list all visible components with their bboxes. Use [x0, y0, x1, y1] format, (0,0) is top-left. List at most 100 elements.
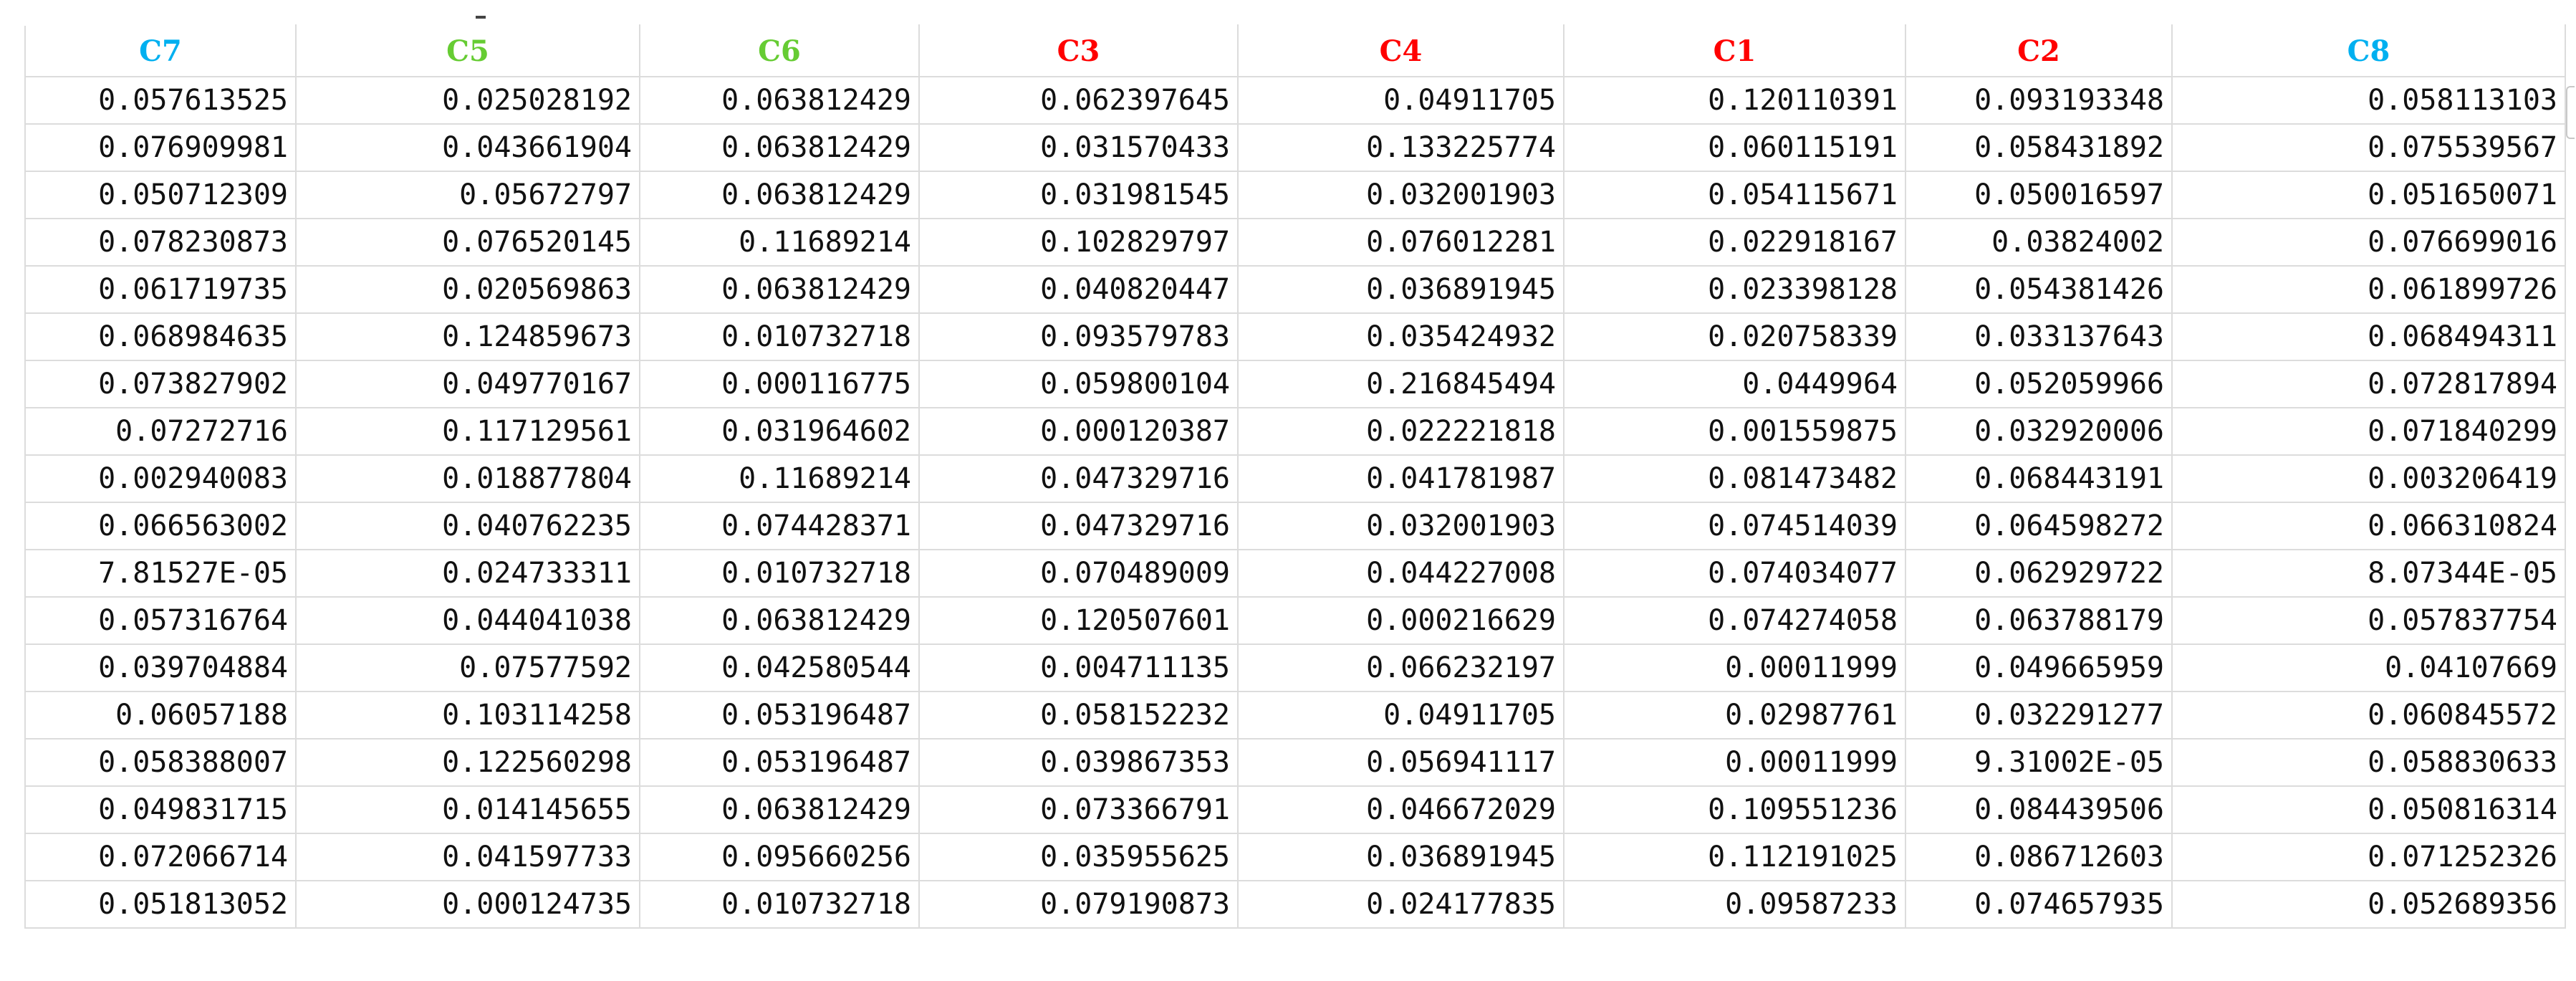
table-cell[interactable]: 0.051650071: [2171, 171, 2566, 219]
table-cell[interactable]: 0.039867353: [918, 738, 1239, 787]
table-cell[interactable]: 0.052689356: [2171, 880, 2566, 929]
table-cell[interactable]: 0.040762235: [295, 502, 640, 550]
table-cell[interactable]: 0.103114258: [295, 691, 640, 740]
table-cell[interactable]: 0.04107669: [2171, 643, 2566, 692]
table-cell[interactable]: 0.062929722: [1905, 549, 2173, 598]
table-cell[interactable]: 0.044227008: [1237, 549, 1565, 598]
table-cell[interactable]: 0.058431892: [1905, 123, 2173, 172]
table-cell[interactable]: 0.084439506: [1905, 785, 2173, 834]
table-cell[interactable]: 0.11689214: [639, 454, 920, 503]
table-cell[interactable]: 0.00011999: [1563, 643, 1906, 692]
table-cell[interactable]: 0.071840299: [2171, 407, 2566, 456]
table-cell[interactable]: 0.018877804: [295, 454, 640, 503]
table-cell[interactable]: 0.081473482: [1563, 454, 1906, 503]
table-cell[interactable]: 0.058152232: [918, 691, 1239, 740]
table-cell[interactable]: 0.054381426: [1905, 265, 2173, 314]
table-cell[interactable]: 0.04911705: [1237, 76, 1565, 125]
table-cell[interactable]: 0.050712309: [24, 171, 297, 219]
table-cell[interactable]: 0.003206419: [2171, 454, 2566, 503]
table-cell[interactable]: 0.036891945: [1237, 833, 1565, 881]
table-cell[interactable]: 0.022221818: [1237, 407, 1565, 456]
table-cell[interactable]: 0.068984635: [24, 312, 297, 361]
table-cell[interactable]: 0.04911705: [1237, 691, 1565, 740]
table-cell[interactable]: 0.07577592: [295, 643, 640, 692]
table-cell[interactable]: 0.216845494: [1237, 360, 1565, 408]
table-cell[interactable]: 0.010732718: [639, 312, 920, 361]
table-cell[interactable]: 0.051813052: [24, 880, 297, 929]
table-cell[interactable]: 0.074034077: [1563, 549, 1906, 598]
table-cell[interactable]: 0.09587233: [1563, 880, 1906, 929]
table-cell[interactable]: 0.000124735: [295, 880, 640, 929]
table-cell[interactable]: 0.023398128: [1563, 265, 1906, 314]
table-cell[interactable]: 0.044041038: [295, 596, 640, 645]
table-cell[interactable]: 0.035424932: [1237, 312, 1565, 361]
table-cell[interactable]: 0.004711135: [918, 643, 1239, 692]
table-cell[interactable]: 0.063812429: [639, 76, 920, 125]
table-cell[interactable]: 0.050016597: [1905, 171, 2173, 219]
table-cell[interactable]: 0.024177835: [1237, 880, 1565, 929]
table-cell[interactable]: 0.049770167: [295, 360, 640, 408]
table-cell[interactable]: 0.075539567: [2171, 123, 2566, 172]
table-cell[interactable]: 0.057837754: [2171, 596, 2566, 645]
table-cell[interactable]: 0.020569863: [295, 265, 640, 314]
table-cell[interactable]: 0.076699016: [2171, 218, 2566, 267]
table-cell[interactable]: 0.022918167: [1563, 218, 1906, 267]
table-cell[interactable]: 0.063812429: [639, 785, 920, 834]
table-cell[interactable]: 0.072066714: [24, 833, 297, 881]
table-cell[interactable]: 0.039704884: [24, 643, 297, 692]
table-cell[interactable]: 0.042580544: [639, 643, 920, 692]
table-cell[interactable]: 0.058830633: [2171, 738, 2566, 787]
table-cell[interactable]: 0.014145655: [295, 785, 640, 834]
table-cell[interactable]: 0.093193348: [1905, 76, 2173, 125]
table-cell[interactable]: 0.054115671: [1563, 171, 1906, 219]
table-cell[interactable]: 0.076012281: [1237, 218, 1565, 267]
table-cell[interactable]: 0.052059966: [1905, 360, 2173, 408]
table-cell[interactable]: 0.074428371: [639, 502, 920, 550]
table-cell[interactable]: 0.061899726: [2171, 265, 2566, 314]
table-cell[interactable]: 0.061719735: [24, 265, 297, 314]
table-cell[interactable]: 0.086712603: [1905, 833, 2173, 881]
table-cell[interactable]: 0.066563002: [24, 502, 297, 550]
table-cell[interactable]: 0.073827902: [24, 360, 297, 408]
table-cell[interactable]: 0.035955625: [918, 833, 1239, 881]
column-header-c8[interactable]: C8: [2171, 24, 2566, 77]
table-cell[interactable]: 0.068443191: [1905, 454, 2173, 503]
table-cell[interactable]: 0.068494311: [2171, 312, 2566, 361]
table-cell[interactable]: 0.060115191: [1563, 123, 1906, 172]
table-cell[interactable]: 0.064598272: [1905, 502, 2173, 550]
table-cell[interactable]: 0.053196487: [639, 691, 920, 740]
table-cell[interactable]: 0.05672797: [295, 171, 640, 219]
table-cell[interactable]: 0.112191025: [1563, 833, 1906, 881]
table-cell[interactable]: 0.076520145: [295, 218, 640, 267]
table-cell[interactable]: 0.000216629: [1237, 596, 1565, 645]
table-cell[interactable]: 0.057613525: [24, 76, 297, 125]
column-header-c2[interactable]: C2: [1905, 24, 2173, 77]
table-cell[interactable]: 0.047329716: [918, 454, 1239, 503]
table-cell[interactable]: 0.074657935: [1905, 880, 2173, 929]
table-cell[interactable]: 0.066310824: [2171, 502, 2566, 550]
table-cell[interactable]: 0.06057188: [24, 691, 297, 740]
table-cell[interactable]: 0.063812429: [639, 123, 920, 172]
table-cell[interactable]: 0.102829797: [918, 218, 1239, 267]
table-cell[interactable]: 0.032920006: [1905, 407, 2173, 456]
table-cell[interactable]: 0.033137643: [1905, 312, 2173, 361]
table-cell[interactable]: 0.117129561: [295, 407, 640, 456]
table-cell[interactable]: 0.025028192: [295, 76, 640, 125]
table-cell[interactable]: 7.81527E-05: [24, 549, 297, 598]
table-cell[interactable]: 0.063788179: [1905, 596, 2173, 645]
table-cell[interactable]: 8.07344E-05: [2171, 549, 2566, 598]
table-cell[interactable]: 0.095660256: [639, 833, 920, 881]
table-cell[interactable]: 0.133225774: [1237, 123, 1565, 172]
table-cell[interactable]: 0.0449964: [1563, 360, 1906, 408]
table-cell[interactable]: 0.058388007: [24, 738, 297, 787]
table-cell[interactable]: 0.041781987: [1237, 454, 1565, 503]
table-cell[interactable]: 0.078230873: [24, 218, 297, 267]
table-cell[interactable]: 0.071252326: [2171, 833, 2566, 881]
table-cell[interactable]: 0.020758339: [1563, 312, 1906, 361]
table-cell[interactable]: 0.03824002: [1905, 218, 2173, 267]
table-cell[interactable]: 0.049831715: [24, 785, 297, 834]
table-cell[interactable]: 0.058113103: [2171, 76, 2566, 125]
right-scroll-edge[interactable]: [2566, 86, 2575, 139]
table-cell[interactable]: 0.074274058: [1563, 596, 1906, 645]
table-cell[interactable]: 0.041597733: [295, 833, 640, 881]
